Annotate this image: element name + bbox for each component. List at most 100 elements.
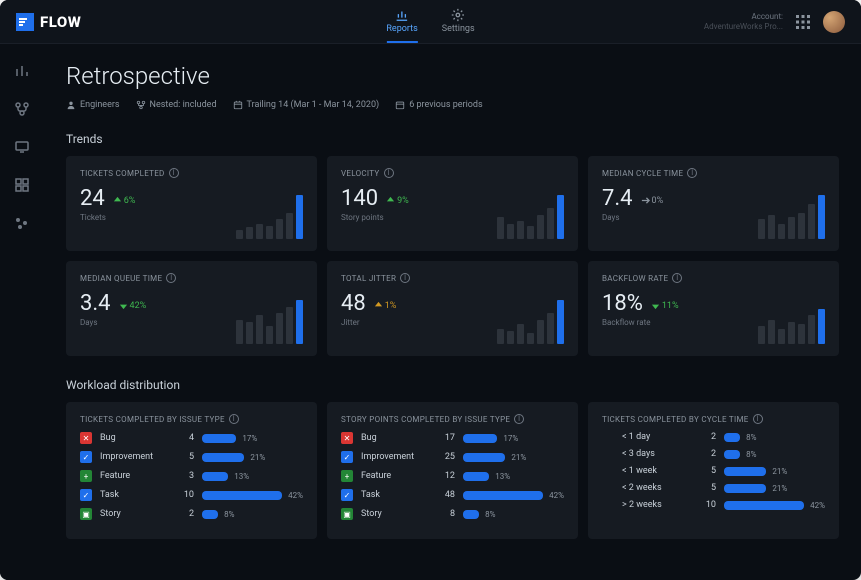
info-icon[interactable]: i: [229, 414, 239, 424]
dist-pct: 17%: [503, 434, 518, 443]
card-title: TICKETS COMPLETED i: [80, 168, 303, 178]
sidebar-item-nodes[interactable]: [13, 214, 31, 232]
spark-bar: [537, 320, 544, 344]
spark-bar: [236, 230, 243, 239]
user-icon: [66, 100, 76, 110]
spark-bar: [246, 227, 253, 239]
dist-bar: [724, 467, 766, 476]
dist-bar: [724, 450, 740, 459]
sidebar-item-dashboard[interactable]: [13, 176, 31, 194]
dist-count: 4: [178, 433, 194, 443]
card-title: MEDIAN QUEUE TIME i: [80, 273, 303, 283]
filter-team[interactable]: Engineers: [66, 100, 120, 110]
spark-bar: [788, 322, 795, 344]
dist-pct: 21%: [250, 453, 265, 462]
dist-pct: 8%: [224, 510, 234, 519]
info-icon[interactable]: i: [687, 168, 697, 178]
body: Retrospective Engineers Nested: included…: [0, 44, 861, 580]
spark-bar: [798, 324, 805, 344]
gear-icon: [451, 8, 465, 22]
app-shell: FLOW Reports Settings Account: Adventure…: [0, 0, 861, 580]
spark-bar: [286, 213, 293, 239]
dist-label: Bug: [361, 433, 431, 443]
metric-value: 7.4: [602, 186, 633, 211]
user-avatar[interactable]: [823, 11, 845, 33]
metric-card[interactable]: TOTAL JITTER i 48 1% Jitter: [327, 261, 578, 356]
sparkline: [497, 300, 564, 344]
dist-count: 5: [178, 452, 194, 462]
dist-pct: 13%: [495, 472, 510, 481]
spark-bar: [768, 320, 775, 344]
info-icon[interactable]: i: [384, 168, 394, 178]
spark-bar: [266, 226, 273, 239]
info-icon[interactable]: i: [166, 273, 176, 283]
sidebar: [0, 44, 44, 580]
dist-count: 3: [178, 471, 194, 481]
dist-row: + Feature 3 13%: [80, 470, 303, 482]
spark-bar: [266, 326, 273, 344]
filter-daterange[interactable]: Trailing 14 (Mar 1 - Mar 14, 2020): [233, 100, 380, 110]
logo-mark-icon: [16, 13, 34, 31]
dist-count: 10: [178, 490, 194, 500]
metric-card[interactable]: TICKETS COMPLETED i 24 6% Tickets: [66, 156, 317, 251]
dist-bar: [202, 434, 236, 443]
spark-bar: [798, 213, 805, 239]
dist-bar: [724, 484, 766, 493]
info-icon[interactable]: i: [753, 414, 763, 424]
filter-nested[interactable]: Nested: included: [136, 100, 217, 110]
metric-value: 48: [341, 291, 366, 316]
card-title: TOTAL JITTER i: [341, 273, 564, 283]
section-trends-title: Trends: [66, 132, 839, 146]
metric-card[interactable]: VELOCITY i 140 9% Story points: [327, 156, 578, 251]
dist-label: Improvement: [100, 452, 170, 462]
apps-grid-icon[interactable]: [795, 14, 811, 30]
dist-pct: 42%: [549, 491, 564, 500]
sidebar-item-branches[interactable]: [13, 100, 31, 118]
dist-label: Task: [100, 490, 170, 500]
filter-periods[interactable]: 6 previous periods: [395, 100, 482, 110]
info-icon[interactable]: i: [400, 273, 410, 283]
nav-settings[interactable]: Settings: [442, 0, 475, 43]
dist-row: < 3 days 2 8%: [602, 449, 825, 459]
spark-bar: [768, 215, 775, 239]
info-icon[interactable]: i: [672, 273, 682, 283]
dist-bar: [724, 501, 804, 510]
dist-bar: [202, 472, 228, 481]
spark-bar: [507, 331, 514, 344]
account-label: Account: AdventureWorks Pro...: [704, 12, 783, 31]
spark-bar: [778, 224, 785, 239]
trend-indicator: 11%: [651, 301, 679, 311]
metric-card[interactable]: BACKFLOW RATE i 18% 11% Backflow rate: [588, 261, 839, 356]
dist-label: Story: [361, 509, 431, 519]
dist-bar: [463, 472, 489, 481]
brand-logo[interactable]: FLOW: [16, 13, 81, 31]
card-title: STORY POINTS COMPLETED BY ISSUE TYPE i: [341, 414, 564, 424]
dist-pct: 17%: [242, 434, 257, 443]
dist-bar: [202, 453, 244, 462]
dist-label: < 1 day: [622, 432, 692, 442]
tree-icon: [136, 100, 146, 110]
dist-pct: 21%: [772, 484, 787, 493]
dist-bar: [463, 453, 505, 462]
dist-label: Task: [361, 490, 431, 500]
dist-pct: 8%: [746, 433, 756, 442]
info-icon[interactable]: i: [514, 414, 524, 424]
dist-pct: 21%: [511, 453, 526, 462]
spark-bar: [256, 224, 263, 239]
spark-bar: [276, 219, 283, 239]
spark-bar: [286, 307, 293, 344]
sidebar-item-activity[interactable]: [13, 62, 31, 80]
nav-reports[interactable]: Reports: [386, 0, 417, 43]
sidebar-item-monitor[interactable]: [13, 138, 31, 156]
dist-label: < 1 week: [622, 466, 692, 476]
card-title: BACKFLOW RATE i: [602, 273, 825, 283]
dist-label: Feature: [361, 471, 431, 481]
task-icon: ✓: [80, 489, 92, 501]
dist-count: 8: [439, 509, 455, 519]
dist-pct: 8%: [485, 510, 495, 519]
dist-row: < 1 day 2 8%: [602, 432, 825, 442]
spark-bar: [527, 226, 534, 239]
metric-card[interactable]: MEDIAN CYCLE TIME i 7.4 0% Days: [588, 156, 839, 251]
info-icon[interactable]: i: [169, 168, 179, 178]
metric-card[interactable]: MEDIAN QUEUE TIME i 3.4 42% Days: [66, 261, 317, 356]
